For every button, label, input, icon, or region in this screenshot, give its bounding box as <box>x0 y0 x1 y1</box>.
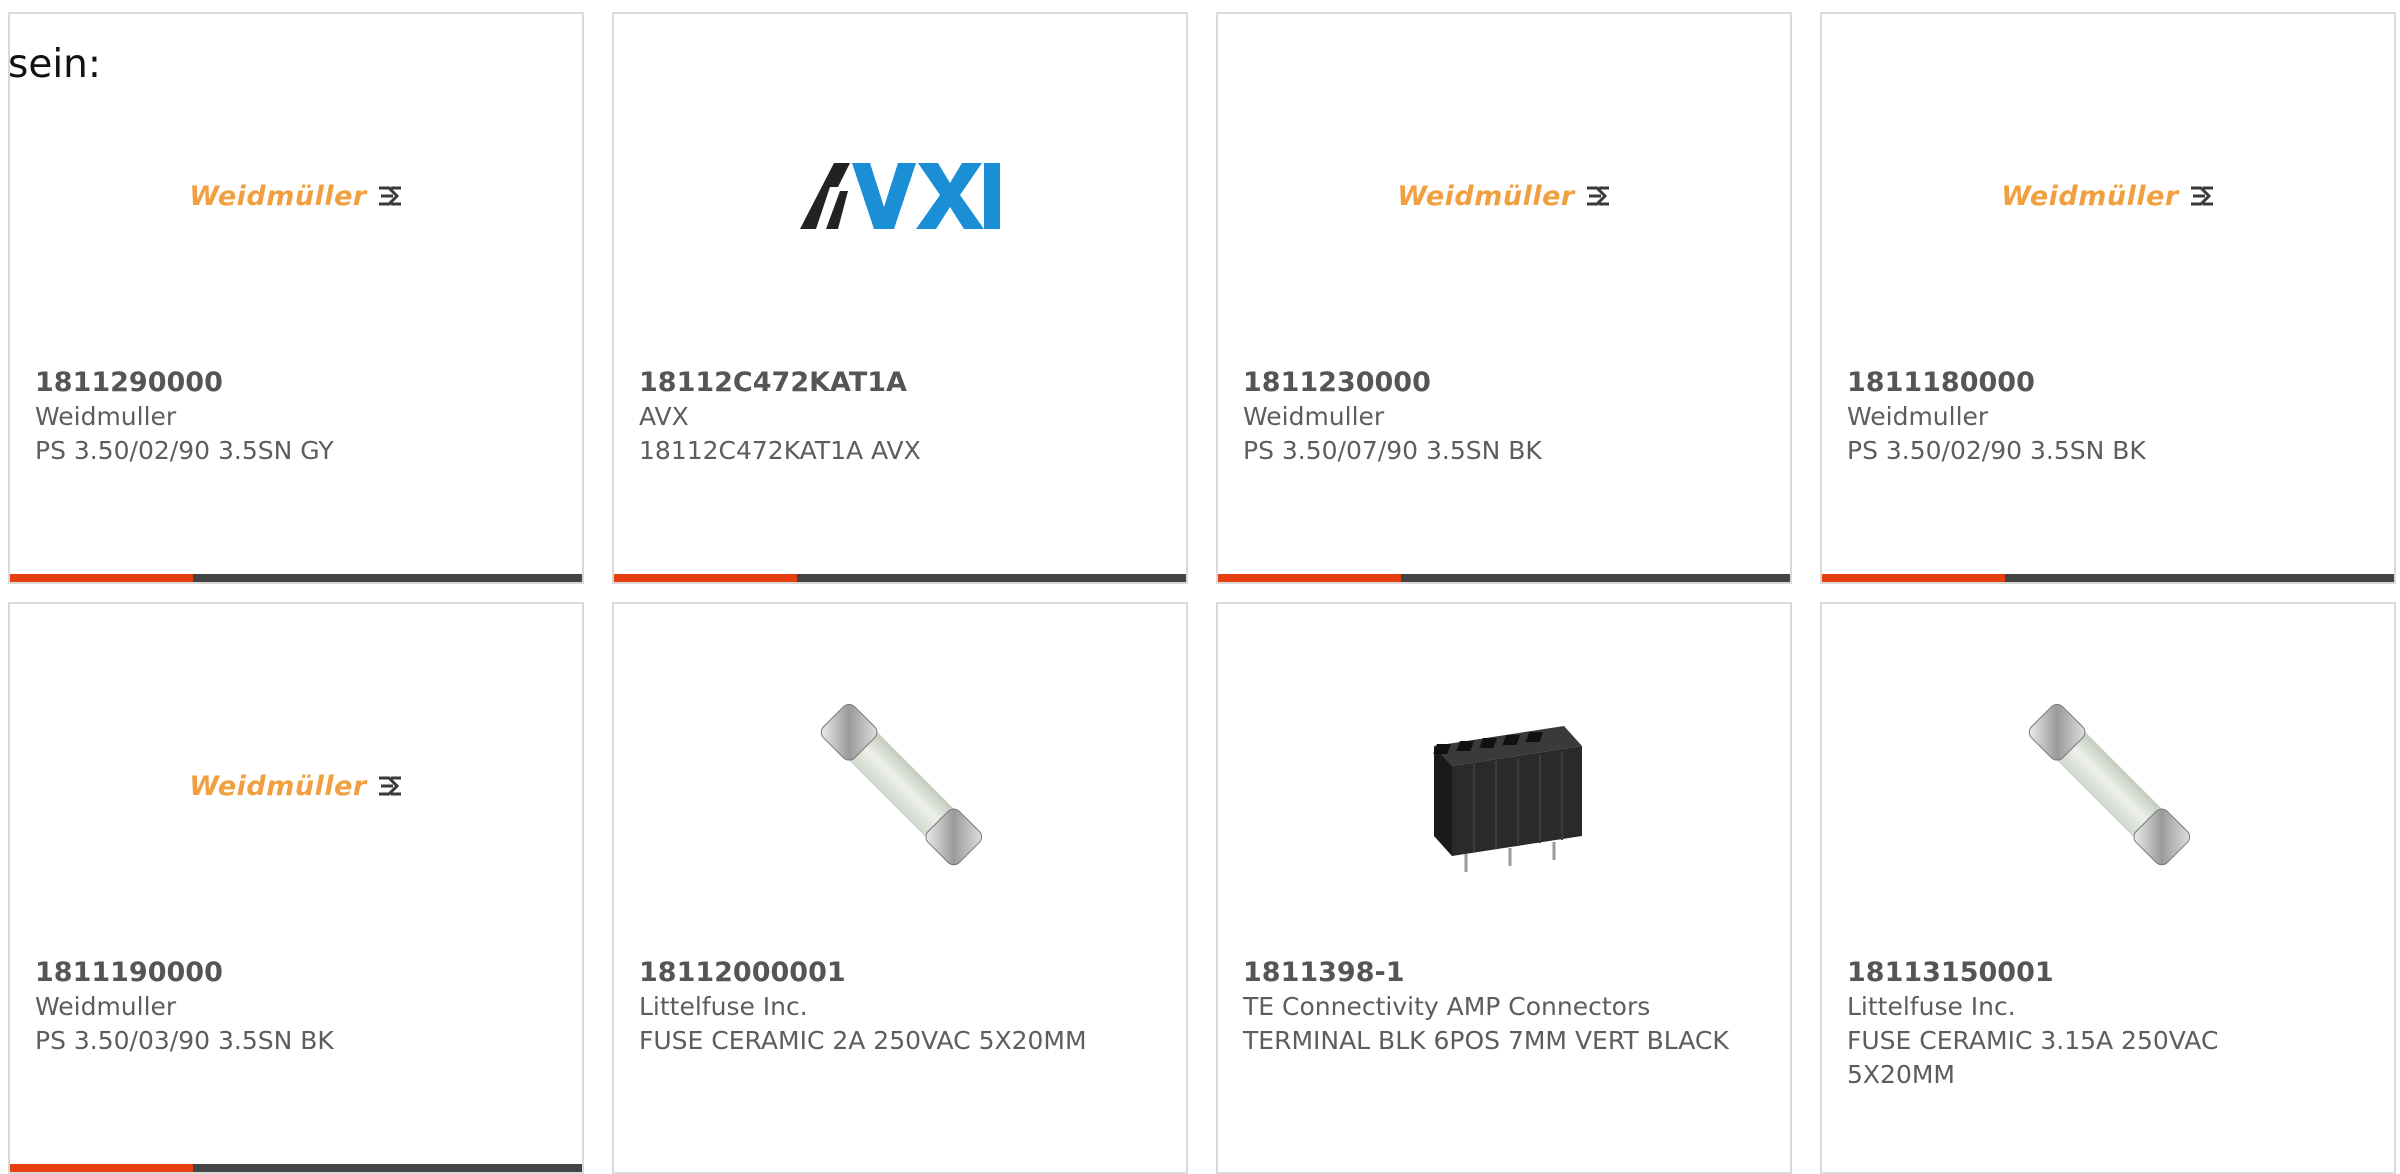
product-card[interactable]: Weidmüller 1811290000 Weidmuller PS 3.50… <box>8 12 584 584</box>
weidmuller-logo: Weidmüller <box>1397 181 1610 212</box>
card-accent-bar <box>10 574 582 582</box>
part-number[interactable]: 1811180000 <box>1847 366 2334 400</box>
manufacturer: AVX <box>639 402 689 431</box>
product-card[interactable]: 1811398-1 TE Connectivity AMP Connectors… <box>1216 602 1792 1174</box>
manufacturer: Weidmuller <box>35 402 177 431</box>
product-info: 1811290000 Weidmuller PS 3.50/02/90 3.5S… <box>35 366 522 468</box>
description: PS 3.50/02/90 3.5SN BK <box>1847 436 2146 465</box>
product-image <box>1218 658 1790 914</box>
product-image: Weidmüller <box>10 658 582 914</box>
product-image <box>614 68 1186 324</box>
weidmuller-logo: Weidmüller <box>189 771 402 802</box>
card-accent-bar <box>1822 574 2394 582</box>
product-info: 1811190000 Weidmuller PS 3.50/03/90 3.5S… <box>35 956 522 1058</box>
product-info: 18113150001 Littelfuse Inc. FUSE CERAMIC… <box>1847 956 2334 1092</box>
part-number[interactable]: 1811398-1 <box>1243 956 1730 990</box>
weidmuller-logo: Weidmüller <box>2001 181 2214 212</box>
part-number[interactable]: 1811230000 <box>1243 366 1730 400</box>
description: TERMINAL BLK 6POS 7MM VERT BLACK <box>1243 1026 1729 1055</box>
description: PS 3.50/07/90 3.5SN BK <box>1243 436 1542 465</box>
part-number[interactable]: 1811290000 <box>35 366 522 400</box>
product-image <box>1822 658 2394 914</box>
intro-text: sein: <box>8 42 102 87</box>
part-number[interactable]: 18113150001 <box>1847 956 2334 990</box>
card-accent-bar <box>10 1164 582 1172</box>
product-image: Weidmüller <box>10 68 582 324</box>
product-image: Weidmüller <box>1218 68 1790 324</box>
part-number[interactable]: 18112C472KAT1A <box>639 366 1126 400</box>
product-info: 1811230000 Weidmuller PS 3.50/07/90 3.5S… <box>1243 366 1730 468</box>
product-card[interactable]: Weidmüller 1811190000 Weidmuller PS 3.50… <box>8 602 584 1174</box>
description: PS 3.50/02/90 3.5SN GY <box>35 436 334 465</box>
ceramic-fuse-photo <box>2028 703 2191 866</box>
description: 18112C472KAT1A AVX <box>639 436 921 465</box>
product-info: 18112C472KAT1A AVX 18112C472KAT1A AVX <box>639 366 1126 468</box>
product-card[interactable]: Weidmüller 1811180000 Weidmuller PS 3.50… <box>1820 12 2396 584</box>
card-accent-bar <box>614 574 1186 582</box>
product-info: 1811398-1 TE Connectivity AMP Connectors… <box>1243 956 1730 1058</box>
part-number[interactable]: 1811190000 <box>35 956 522 990</box>
manufacturer: Weidmuller <box>1243 402 1385 431</box>
product-image <box>614 658 1186 914</box>
weidmuller-mark-icon <box>2190 186 2213 206</box>
product-card[interactable]: 18113150001 Littelfuse Inc. FUSE CERAMIC… <box>1820 602 2396 1174</box>
ceramic-fuse-photo <box>820 703 983 866</box>
description: PS 3.50/03/90 3.5SN BK <box>35 1026 334 1055</box>
product-card[interactable]: 18112000001 Littelfuse Inc. FUSE CERAMIC… <box>612 602 1188 1174</box>
terminal-block-photo <box>1433 726 1582 872</box>
product-image: Weidmüller <box>1822 68 2394 324</box>
weidmuller-mark-icon <box>378 186 401 206</box>
product-grid: Weidmüller 1811290000 Weidmuller PS 3.50… <box>0 0 2400 1174</box>
card-accent-bar <box>1218 574 1790 582</box>
product-info: 1811180000 Weidmuller PS 3.50/02/90 3.5S… <box>1847 366 2334 468</box>
manufacturer: Littelfuse Inc. <box>639 992 808 1021</box>
product-card[interactable]: 18112C472KAT1A AVX 18112C472KAT1A AVX <box>612 12 1188 584</box>
product-card[interactable]: Weidmüller 1811230000 Weidmuller PS 3.50… <box>1216 12 1792 584</box>
product-info: 18112000001 Littelfuse Inc. FUSE CERAMIC… <box>639 956 1126 1058</box>
weidmuller-logo: Weidmüller <box>189 181 402 212</box>
manufacturer: TE Connectivity AMP Connectors <box>1243 992 1651 1021</box>
weidmuller-mark-icon <box>1586 186 1609 206</box>
avx-logo <box>800 161 1000 231</box>
description: FUSE CERAMIC 2A 250VAC 5X20MM <box>639 1026 1087 1055</box>
description: FUSE CERAMIC 3.15A 250VAC 5X20MM <box>1847 1026 2219 1089</box>
part-number[interactable]: 18112000001 <box>639 956 1126 990</box>
manufacturer: Weidmuller <box>35 992 177 1021</box>
manufacturer: Littelfuse Inc. <box>1847 992 2016 1021</box>
weidmuller-mark-icon <box>378 776 401 796</box>
manufacturer: Weidmuller <box>1847 402 1989 431</box>
